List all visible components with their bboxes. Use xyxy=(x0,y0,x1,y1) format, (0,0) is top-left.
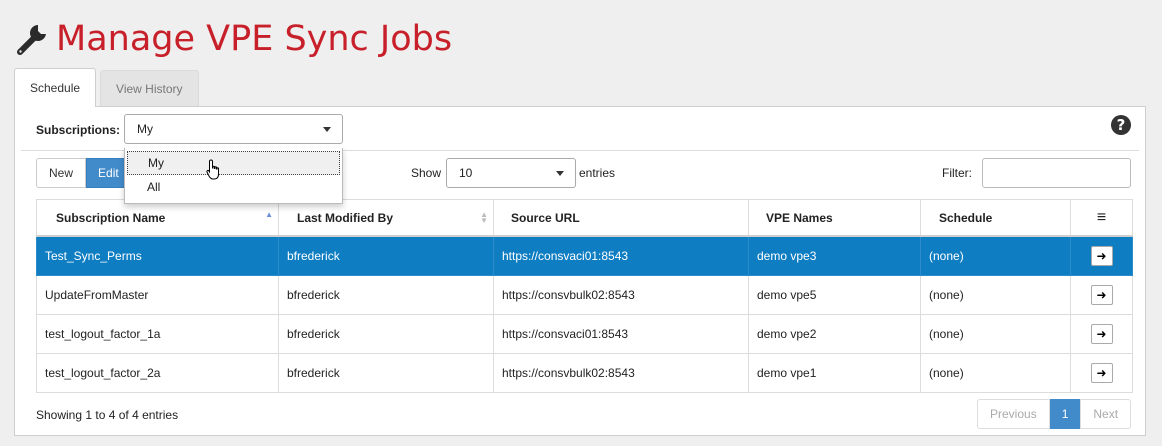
subscriptions-label: Subscriptions: xyxy=(36,123,121,137)
pagination: Previous 1 Next xyxy=(977,399,1132,429)
new-button[interactable]: New xyxy=(36,158,87,188)
tab-schedule[interactable]: Schedule xyxy=(14,68,97,107)
arrow-right-icon[interactable]: ➜ xyxy=(1090,285,1113,305)
entries-label: entries xyxy=(579,166,616,180)
cell-subscription-name: UpdateFromMaster xyxy=(36,275,279,315)
hand-pointer-icon xyxy=(206,159,219,180)
page-header: Manage VPE Sync Jobs xyxy=(14,18,452,60)
previous-page-button[interactable]: Previous xyxy=(977,399,1050,429)
page-size-select[interactable]: 10 xyxy=(446,158,576,188)
table-info: Showing 1 to 4 of 4 entries xyxy=(36,408,179,422)
tab-bar: Schedule View History xyxy=(14,68,203,107)
cell-source-url: https://consvaci01:8543 xyxy=(493,235,749,276)
sort-ascending-icon: ▲ xyxy=(265,210,273,219)
page-1-button[interactable]: 1 xyxy=(1049,399,1081,429)
cell-schedule: (none) xyxy=(920,353,1071,393)
cell-last-modified-by: bfrederick xyxy=(278,235,494,276)
page-size-value: 10 xyxy=(459,166,473,180)
table-header-row: Subscription Name ▲ Last Modified By ▲ ▼ So… xyxy=(36,199,1133,237)
subscriptions-select[interactable]: My xyxy=(124,114,343,144)
column-header-subscription-name[interactable]: Subscription Name ▲ xyxy=(36,199,279,237)
table-row[interactable]: Test_Sync_Perms bfrederick https://consvac… xyxy=(36,235,1133,276)
filter-label: Filter: xyxy=(942,166,972,180)
dropdown-option-my[interactable]: My xyxy=(127,151,340,175)
cell-last-modified-by: bfrederick xyxy=(278,275,494,315)
subscriptions-dropdown-menu: My All xyxy=(124,148,343,204)
cell-source-url: https://consvbulk02:8543 xyxy=(493,353,749,393)
column-header-last-modified-by[interactable]: Last Modified By ▲ ▼ xyxy=(278,199,494,237)
help-icon[interactable]: ? xyxy=(1111,115,1131,135)
cell-last-modified-by: bfrederick xyxy=(278,353,494,393)
cell-source-url: https://consvaci01:8543 xyxy=(493,314,749,354)
page-title: Manage VPE Sync Jobs xyxy=(56,19,453,59)
cell-vpe-names: demo vpe2 xyxy=(748,314,921,354)
show-label: Show xyxy=(411,166,442,180)
chevron-down-icon xyxy=(556,171,564,176)
cell-actions: ➜ xyxy=(1070,314,1133,354)
subscriptions-table: Subscription Name ▲ Last Modified By ▲ ▼ So… xyxy=(36,199,1133,393)
action-buttons: New Edit xyxy=(36,158,131,188)
sort-icon: ▲ ▼ xyxy=(480,210,488,225)
next-page-button[interactable]: Next xyxy=(1080,399,1132,429)
filter-input[interactable] xyxy=(982,158,1131,188)
cell-vpe-names: demo vpe1 xyxy=(748,353,921,393)
subscriptions-selected-value: My xyxy=(137,122,153,136)
dropdown-option-all[interactable]: All xyxy=(127,176,340,198)
cell-schedule: (none) xyxy=(920,275,1071,315)
arrow-right-icon[interactable]: ➜ xyxy=(1090,363,1113,383)
schedule-panel: Subscriptions: My ? New Edit My All Show… xyxy=(14,106,1146,436)
cell-actions: ➜ xyxy=(1070,235,1133,276)
table-row[interactable]: UpdateFromMaster bfrederick https://consvb… xyxy=(36,275,1133,315)
cell-vpe-names: demo vpe3 xyxy=(748,235,921,276)
cell-subscription-name: test_logout_factor_1a xyxy=(36,314,279,354)
column-header-source-url[interactable]: Source URL xyxy=(493,199,749,237)
table-row[interactable]: test_logout_factor_2a bfrederick https://c… xyxy=(36,353,1133,393)
cell-actions: ➜ xyxy=(1070,275,1133,315)
cell-schedule: (none) xyxy=(920,314,1071,354)
table-row[interactable]: test_logout_factor_1a bfrederick https://c… xyxy=(36,314,1133,354)
column-header-vpe-names[interactable]: VPE Names xyxy=(748,199,921,237)
cell-subscription-name: Test_Sync_Perms xyxy=(36,235,279,276)
cell-schedule: (none) xyxy=(920,235,1071,276)
cell-last-modified-by: bfrederick xyxy=(278,314,494,354)
cell-vpe-names: demo vpe5 xyxy=(748,275,921,315)
chevron-down-icon xyxy=(323,127,331,132)
arrow-right-icon[interactable]: ➜ xyxy=(1090,246,1113,266)
cell-subscription-name: test_logout_factor_2a xyxy=(36,353,279,393)
column-menu-icon[interactable]: ≡ xyxy=(1070,199,1133,237)
cell-source-url: https://consvbulk02:8543 xyxy=(493,275,749,315)
tab-view-history[interactable]: View History xyxy=(100,70,199,106)
wrench-icon xyxy=(17,25,48,55)
column-header-schedule[interactable]: Schedule xyxy=(920,199,1071,237)
arrow-right-icon[interactable]: ➜ xyxy=(1090,324,1113,344)
cell-actions: ➜ xyxy=(1070,353,1133,393)
